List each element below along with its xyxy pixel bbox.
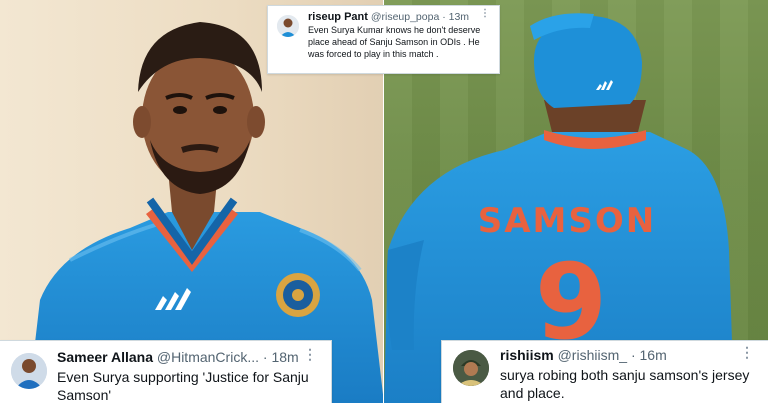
avatar-icon bbox=[453, 350, 489, 386]
tweet-text: Even Surya Kumar knows he don't deserve … bbox=[308, 25, 481, 59]
tweet-header: riseup Pant @riseup_popa · 13m bbox=[308, 11, 469, 23]
tweet-time: · 18m bbox=[262, 349, 299, 365]
avatar[interactable] bbox=[11, 353, 47, 389]
tweet-text: Even Surya supporting 'Justice for Sanju… bbox=[57, 369, 309, 403]
jersey-name-text: SAMSON bbox=[478, 201, 656, 241]
tweet-card-riseup-pant[interactable]: riseup Pant @riseup_popa · 13m ⋮ Even Su… bbox=[267, 5, 500, 74]
author-name[interactable]: Sameer Allana bbox=[57, 349, 153, 365]
tweet-card-rishiism[interactable]: rishiism @rishiism_ · 16m ⋮ surya robing… bbox=[441, 340, 768, 403]
author-handle[interactable]: @HitmanCrick... bbox=[157, 349, 259, 365]
avatar-icon bbox=[277, 15, 299, 37]
more-dots-icon[interactable]: ⋮ bbox=[740, 344, 754, 361]
avatar[interactable] bbox=[277, 15, 299, 37]
avatar-icon bbox=[11, 353, 47, 389]
author-name[interactable]: rishiism bbox=[500, 347, 554, 363]
tweet-text: surya robing both sanju samson's jersey … bbox=[500, 367, 750, 401]
author-handle[interactable]: @rishiism_ bbox=[558, 347, 627, 363]
tweet-card-sameer-allana[interactable]: Sameer Allana @HitmanCrick... · 18m ⋮ Ev… bbox=[0, 340, 332, 403]
author-handle[interactable]: @riseup_popa · 13m bbox=[371, 11, 469, 23]
more-dots-icon[interactable]: ⋮ bbox=[480, 8, 490, 19]
avatar[interactable] bbox=[453, 350, 489, 386]
tweet-header: rishiism @rishiism_ · 16m bbox=[500, 347, 667, 363]
tweet-time: · 16m bbox=[630, 347, 667, 363]
tweet-header: Sameer Allana @HitmanCrick... · 18m bbox=[57, 349, 299, 365]
author-name[interactable]: riseup Pant bbox=[308, 11, 368, 23]
more-dots-icon[interactable]: ⋮ bbox=[303, 346, 317, 363]
